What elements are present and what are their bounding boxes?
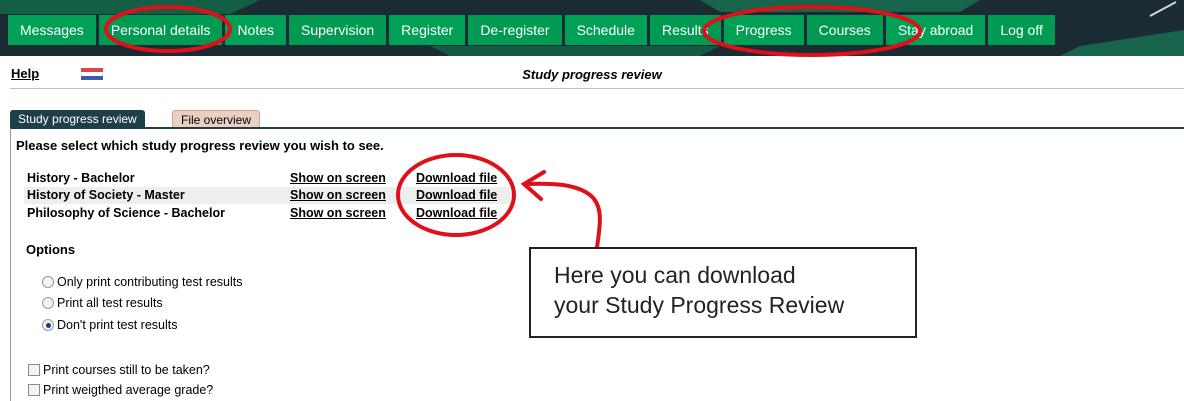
radio-option-all[interactable]: Print all test results xyxy=(42,294,163,312)
program-name: Philosophy of Science - Bachelor xyxy=(27,206,225,220)
page-title: Study progress review xyxy=(522,67,662,82)
checkbox-label: Print courses still to be taken? xyxy=(43,363,210,377)
options-heading: Options xyxy=(26,242,76,257)
radio-label: Don't print test results xyxy=(57,318,178,332)
top-navigation: Messages Personal details Notes Supervis… xyxy=(0,0,1184,56)
radio-option-contributing[interactable]: Only print contributing test results xyxy=(42,273,243,291)
radio-button-selected[interactable] xyxy=(42,319,54,331)
checkbox-label: Print weigthed average grade? xyxy=(43,383,214,397)
program-row: History - Bachelor Show on screen Downlo… xyxy=(24,170,512,187)
nav-log-off[interactable]: Log off xyxy=(988,15,1055,45)
nav-supervision[interactable]: Supervision xyxy=(289,15,387,45)
nav-personal-details[interactable]: Personal details xyxy=(98,15,223,45)
tab-study-progress-review[interactable]: Study progress review xyxy=(10,110,145,128)
download-file-link[interactable]: Download file xyxy=(416,187,497,204)
radio-button[interactable] xyxy=(42,276,54,288)
nav-stay-abroad[interactable]: Stay abroad xyxy=(885,15,986,45)
show-on-screen-link[interactable]: Show on screen xyxy=(290,187,386,204)
radio-option-none[interactable]: Don't print test results xyxy=(42,316,178,334)
checkbox[interactable] xyxy=(28,364,40,376)
tab-file-overview[interactable]: File overview xyxy=(172,110,261,128)
program-row: History of Society - Master Show on scre… xyxy=(24,187,512,204)
checkbox-courses-to-be-taken[interactable]: Print courses still to be taken? xyxy=(28,361,210,379)
nav-schedule[interactable]: Schedule xyxy=(564,15,647,45)
checkbox-weighted-average[interactable]: Print weigthed average grade? xyxy=(28,381,213,399)
nav-de-register[interactable]: De-register xyxy=(468,15,562,45)
nav-results[interactable]: Results xyxy=(649,15,721,45)
radio-label: Only print contributing test results xyxy=(57,275,243,289)
nav-messages[interactable]: Messages xyxy=(8,15,96,45)
program-name: History - Bachelor xyxy=(27,171,135,185)
selection-prompt: Please select which study progress revie… xyxy=(16,138,384,153)
nav-progress[interactable]: Progress xyxy=(723,15,804,45)
radio-label: Print all test results xyxy=(57,296,163,310)
callout-line: your Study Progress Review xyxy=(554,292,845,318)
callout-line: Here you can download xyxy=(554,262,796,288)
download-file-link[interactable]: Download file xyxy=(416,170,497,187)
radio-button[interactable] xyxy=(42,297,54,309)
program-name: History of Society - Master xyxy=(27,188,185,202)
download-file-link[interactable]: Download file xyxy=(416,205,497,222)
show-on-screen-link[interactable]: Show on screen xyxy=(290,205,386,222)
nav-register[interactable]: Register xyxy=(389,15,466,45)
annotation-callout: Here you can download your Study Progres… xyxy=(529,247,917,338)
program-row: Philosophy of Science - Bachelor Show on… xyxy=(24,205,512,222)
divider xyxy=(10,88,1184,89)
nav-courses[interactable]: Courses xyxy=(806,15,883,45)
show-on-screen-link[interactable]: Show on screen xyxy=(290,170,386,187)
nav-notes[interactable]: Notes xyxy=(225,15,287,45)
checkbox[interactable] xyxy=(28,384,40,396)
